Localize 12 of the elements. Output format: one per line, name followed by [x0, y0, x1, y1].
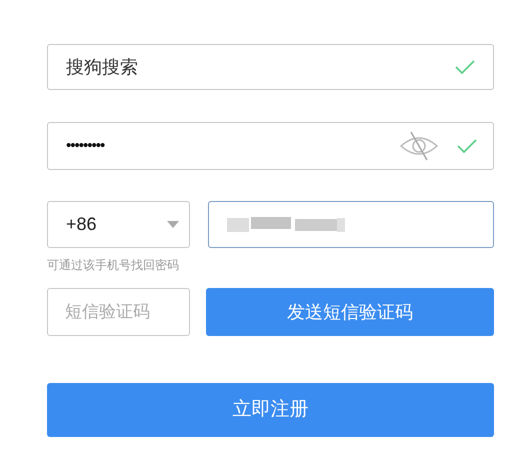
username-value: 搜狗搜索 — [66, 56, 138, 78]
password-field[interactable]: ••••••••• — [47, 122, 494, 170]
checkmark-icon — [457, 138, 477, 154]
country-code-select[interactable]: +86 — [47, 201, 190, 248]
phone-field[interactable] — [208, 201, 494, 248]
username-field[interactable]: 搜狗搜索 — [47, 44, 494, 90]
sms-code-field[interactable]: 短信验证码 — [47, 288, 190, 336]
phone-hint: 可通过该手机号找回密码 — [47, 257, 180, 274]
eye-slash-icon[interactable] — [399, 130, 439, 162]
checkmark-icon — [455, 59, 475, 75]
password-value: ••••••••• — [66, 136, 106, 156]
caret-icon — [167, 221, 179, 228]
